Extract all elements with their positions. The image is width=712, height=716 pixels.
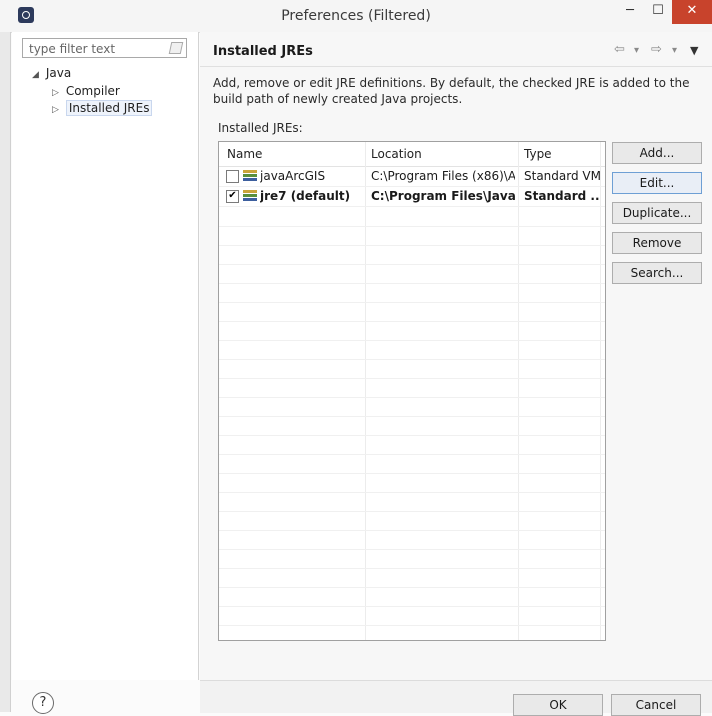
empty-table-row (219, 283, 605, 303)
tree-item-label: Compiler (65, 84, 120, 98)
jre-checkbox[interactable] (226, 170, 239, 183)
page-description: Add, remove or edit JRE definitions. By … (213, 76, 690, 106)
duplicate-button[interactable]: Duplicate... (612, 202, 702, 224)
close-button[interactable]: ✕ (672, 0, 712, 24)
column-header-type[interactable]: Type (524, 147, 552, 161)
back-history-dropdown-icon[interactable]: ▾ (634, 45, 639, 56)
preference-tree-pane (12, 32, 199, 680)
empty-table-row (219, 473, 605, 493)
jre-checkbox[interactable]: ✔ (226, 190, 239, 203)
jre-name: jre7 (default) (260, 189, 351, 203)
empty-table-row (219, 435, 605, 455)
filter-field[interactable] (22, 38, 187, 58)
maximize-button[interactable]: ☐ (644, 0, 672, 24)
jre-library-icon (243, 170, 257, 182)
empty-table-row (219, 549, 605, 569)
help-icon[interactable]: ? (32, 692, 54, 714)
empty-table-row (219, 378, 605, 398)
column-header-location[interactable]: Location (371, 147, 422, 161)
tree-item-label: Installed JREs (65, 100, 153, 116)
empty-table-row (219, 625, 605, 640)
tree-item-installed-jres[interactable]: ▷ Installed JREs (52, 100, 153, 116)
jre-type: Standard VM (524, 169, 600, 183)
empty-table-row (219, 454, 605, 474)
title-divider (200, 66, 712, 67)
tree-item-java[interactable]: ◢ Java (32, 66, 71, 80)
empty-table-row (219, 587, 605, 607)
ok-button[interactable]: OK (513, 694, 603, 716)
window-title: Preferences (Filtered) (281, 8, 431, 24)
clear-filter-icon[interactable] (168, 42, 184, 54)
forward-history-dropdown-icon[interactable]: ▾ (672, 45, 677, 56)
empty-table-row (219, 340, 605, 360)
jre-location: C:\Program Files\Java\j... (371, 189, 515, 203)
empty-table-row (219, 606, 605, 626)
jre-library-icon (243, 190, 257, 202)
tree-item-compiler[interactable]: ▷ Compiler (52, 84, 120, 98)
empty-table-row (219, 245, 605, 265)
expanded-arrow-icon[interactable]: ◢ (32, 70, 42, 80)
empty-table-row (219, 416, 605, 436)
back-arrow-icon[interactable]: ⇦ (614, 42, 625, 57)
table-row[interactable]: javaArcGIS C:\Program Files (x86)\A... S… (219, 167, 605, 187)
jre-table-label: Installed JREs: (218, 121, 303, 135)
empty-table-row (219, 359, 605, 379)
collapsed-arrow-icon[interactable]: ▷ (52, 105, 62, 115)
remove-button[interactable]: Remove (612, 232, 702, 254)
search-button[interactable]: Search... (612, 262, 702, 284)
empty-table-row (219, 530, 605, 550)
edit-button[interactable]: Edit... (612, 172, 702, 194)
empty-table-row (219, 226, 605, 246)
filter-input[interactable] (27, 40, 171, 58)
empty-table-row (219, 397, 605, 417)
background-window-edge (0, 32, 11, 712)
empty-table-row (219, 321, 605, 341)
page-title: Installed JREs (213, 44, 313, 59)
jre-type: Standard ... (524, 189, 600, 203)
jre-location: C:\Program Files (x86)\A... (371, 169, 515, 183)
column-header-name[interactable]: Name (227, 147, 262, 161)
collapsed-arrow-icon[interactable]: ▷ (52, 88, 62, 98)
table-header: Name Location Type (219, 142, 605, 167)
forward-arrow-icon[interactable]: ⇨ (651, 42, 662, 57)
tree-item-label: Java (45, 66, 72, 80)
empty-table-row (219, 207, 605, 227)
empty-table-row (219, 302, 605, 322)
empty-table-row (219, 264, 605, 284)
empty-table-row (219, 568, 605, 588)
empty-table-row (219, 511, 605, 531)
cancel-button[interactable]: Cancel (611, 694, 701, 716)
empty-table-row (219, 492, 605, 512)
minimize-button[interactable]: ─ (616, 0, 644, 24)
view-menu-icon[interactable]: ▼ (690, 44, 698, 57)
jre-table[interactable]: Name Location Type javaArcGIS C:\Program… (218, 141, 606, 641)
add-button[interactable]: Add... (612, 142, 702, 164)
table-row[interactable]: ✔ jre7 (default) C:\Program Files\Java\j… (219, 187, 605, 207)
jre-name: javaArcGIS (260, 169, 326, 183)
